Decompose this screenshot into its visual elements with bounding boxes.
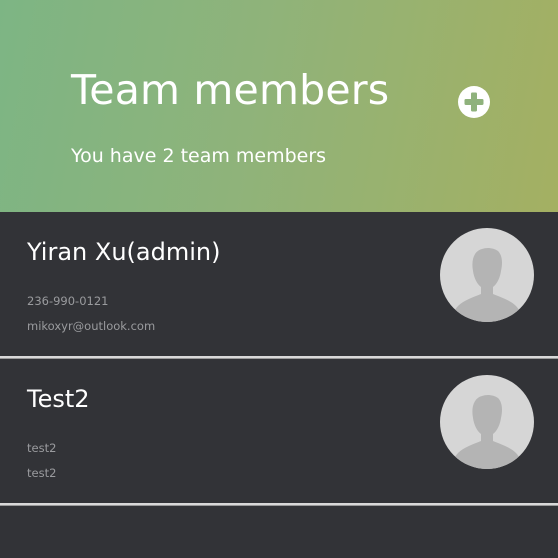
- member-name: Yiran Xu(admin): [27, 238, 221, 266]
- member-list: Yiran Xu(admin) 236-990-0121 mikoxyr@out…: [0, 212, 558, 506]
- member-email: test2: [27, 466, 57, 480]
- default-user-avatar-icon: [451, 247, 523, 322]
- header-banner: Team members You have 2 team members: [0, 0, 558, 212]
- avatar: [440, 228, 534, 322]
- member-phone: 236-990-0121: [27, 294, 109, 308]
- page-title: Team members: [71, 66, 390, 114]
- avatar: [440, 375, 534, 469]
- member-card[interactable]: Test2 test2 test2: [0, 359, 558, 503]
- default-user-avatar-icon: [451, 394, 523, 469]
- member-count-text: You have 2 team members: [71, 145, 327, 167]
- plus-circle-icon: [464, 92, 484, 112]
- member-card[interactable]: Yiran Xu(admin) 236-990-0121 mikoxyr@out…: [0, 212, 558, 356]
- member-phone: test2: [27, 441, 57, 455]
- member-email: mikoxyr@outlook.com: [27, 319, 156, 333]
- member-name: Test2: [27, 385, 90, 413]
- divider: [0, 503, 558, 506]
- add-member-button[interactable]: [458, 86, 490, 118]
